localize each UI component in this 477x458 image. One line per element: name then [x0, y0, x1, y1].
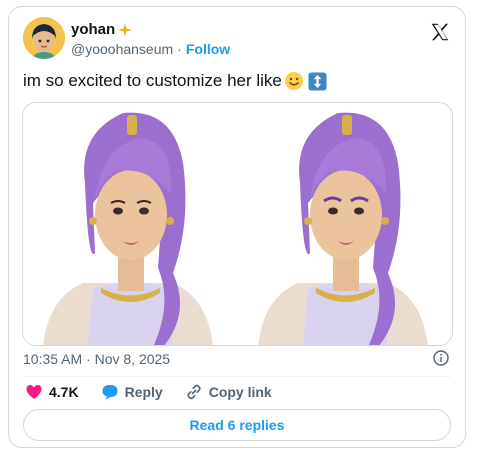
read-replies-button[interactable]: Read 6 replies [23, 409, 451, 441]
handle[interactable]: @yooohanseum [71, 41, 173, 57]
media-gallery[interactable] [22, 102, 453, 346]
like-button[interactable]: 4.7K [25, 383, 79, 401]
separator-dot: · [177, 41, 182, 57]
tweet-text: im so excited to customize her like [23, 71, 282, 90]
handle-row: @yooohanseum · Follow [71, 41, 230, 57]
heart-icon [26, 385, 42, 399]
info-icon[interactable] [433, 350, 449, 366]
reply-label: Reply [124, 384, 163, 400]
tweet-text-row: im so excited to customize her like [23, 71, 327, 91]
like-count: 4.7K [49, 384, 79, 400]
divider [23, 376, 451, 377]
display-name[interactable]: yohan [71, 21, 115, 38]
tweet-timestamp-row: 10:35 AM · Nov 8, 2025 [23, 351, 170, 367]
media-image-left[interactable] [23, 103, 238, 345]
tweet-card: yohan @yooohanseum · Follow im so excite… [8, 6, 466, 448]
up-down-arrow-icon [308, 71, 327, 91]
author-name-row: yohan [71, 21, 133, 38]
read-replies-label: Read 6 replies [189, 417, 285, 433]
x-logo-icon[interactable] [429, 21, 451, 43]
action-bar: 4.7K Reply Copy link [25, 383, 294, 401]
follow-button[interactable]: Follow [186, 41, 230, 57]
sparkle-icon [118, 22, 133, 37]
tweet-timestamp[interactable]: 10:35 AM · Nov 8, 2025 [23, 351, 170, 367]
smiling-face-icon [284, 72, 303, 90]
avatar[interactable] [23, 17, 65, 59]
copy-link-button[interactable]: Copy link [185, 383, 272, 401]
link-icon [187, 384, 201, 400]
copy-link-label: Copy link [208, 384, 272, 400]
reply-button[interactable]: Reply [101, 383, 163, 401]
speech-bubble-icon [102, 385, 118, 400]
media-image-right[interactable] [238, 103, 452, 345]
